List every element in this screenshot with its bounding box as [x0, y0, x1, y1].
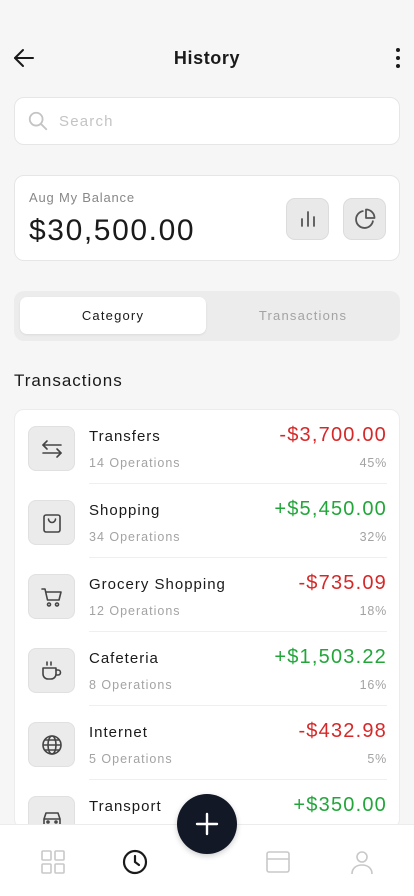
category-icon-box: [28, 574, 75, 619]
section-title: Transactions: [14, 371, 123, 390]
transaction-percentage: 18%: [359, 604, 387, 618]
transaction-name: Internet: [89, 724, 148, 741]
transaction-amount: +$350.00: [293, 794, 387, 816]
balance-amount: $30,500.00: [29, 214, 196, 247]
bar-chart-icon: [300, 211, 315, 227]
search-bar: [14, 97, 400, 145]
list-item[interactable]: Cafeteria 8 Operations +$1,503.22 16%: [15, 632, 399, 706]
operations-count: 12 Operations: [89, 604, 181, 618]
transaction-percentage: 5%: [367, 752, 387, 766]
transaction-name: Grocery Shopping: [89, 576, 226, 593]
balance-card: Aug My Balance $30,500.00: [14, 175, 400, 261]
transaction-name: Shopping: [89, 502, 161, 519]
category-icon-box: [28, 426, 75, 471]
more-menu-button[interactable]: [390, 44, 406, 72]
history-clock-icon: [122, 849, 148, 875]
list-item[interactable]: Transfers 14 Operations -$3,700.00 45%: [15, 410, 399, 484]
coffee-cup-icon: [41, 660, 61, 680]
tab-transactions[interactable]: Transactions: [210, 297, 396, 334]
page-title: History: [173, 48, 241, 68]
card-icon: [266, 851, 290, 873]
nav-dashboard[interactable]: [38, 847, 68, 877]
nav-cards[interactable]: [263, 847, 293, 877]
operations-count: 8 Operations: [89, 678, 173, 692]
nav-profile[interactable]: [347, 847, 377, 877]
category-icon-box: [28, 500, 75, 545]
pie-chart-button[interactable]: [343, 198, 386, 240]
shopping-bag-icon: [42, 513, 61, 533]
add-button[interactable]: [177, 794, 237, 854]
globe-icon: [41, 734, 62, 755]
operations-count: 34 Operations: [89, 530, 181, 544]
shopping-cart-icon: [40, 587, 62, 607]
search-input[interactable]: [59, 112, 359, 130]
nav-history[interactable]: [120, 847, 150, 877]
list-item[interactable]: Internet 5 Operations -$432.98 5%: [15, 706, 399, 780]
transaction-percentage: 32%: [359, 530, 387, 544]
transfer-arrows-icon: [41, 439, 62, 458]
segmented-control: Category Transactions: [14, 291, 400, 341]
transaction-name: Cafeteria: [89, 650, 159, 667]
grid-icon: [41, 850, 65, 874]
more-vertical-icon: [396, 48, 400, 68]
operations-count: 14 Operations: [89, 456, 181, 470]
transaction-name: Transfers: [89, 428, 161, 445]
bar-chart-button[interactable]: [286, 198, 329, 240]
transaction-amount: +$5,450.00: [274, 498, 387, 520]
transaction-amount: +$1,503.22: [274, 646, 387, 668]
transaction-amount: -$735.09: [298, 572, 387, 594]
transaction-percentage: 45%: [359, 456, 387, 470]
list-item[interactable]: Shopping 34 Operations +$5,450.00 32%: [15, 484, 399, 558]
transaction-percentage: 16%: [359, 678, 387, 692]
pie-chart-icon: [354, 208, 375, 229]
top-bar: History: [0, 36, 414, 80]
balance-label: Aug My Balance: [29, 190, 135, 205]
transaction-name: Transport: [89, 798, 162, 815]
operations-count: 5 Operations: [89, 752, 173, 766]
transaction-amount: -$3,700.00: [279, 424, 387, 446]
profile-icon: [351, 851, 373, 875]
plus-icon: [195, 812, 219, 836]
list-item[interactable]: Grocery Shopping 12 Operations -$735.09 …: [15, 558, 399, 632]
tab-category[interactable]: Category: [20, 297, 206, 334]
search-icon: [28, 111, 48, 131]
transaction-list: Transfers 14 Operations -$3,700.00 45% S…: [14, 409, 400, 829]
category-icon-box: [28, 722, 75, 767]
category-icon-box: [28, 648, 75, 693]
transaction-amount: -$432.98: [298, 720, 387, 742]
